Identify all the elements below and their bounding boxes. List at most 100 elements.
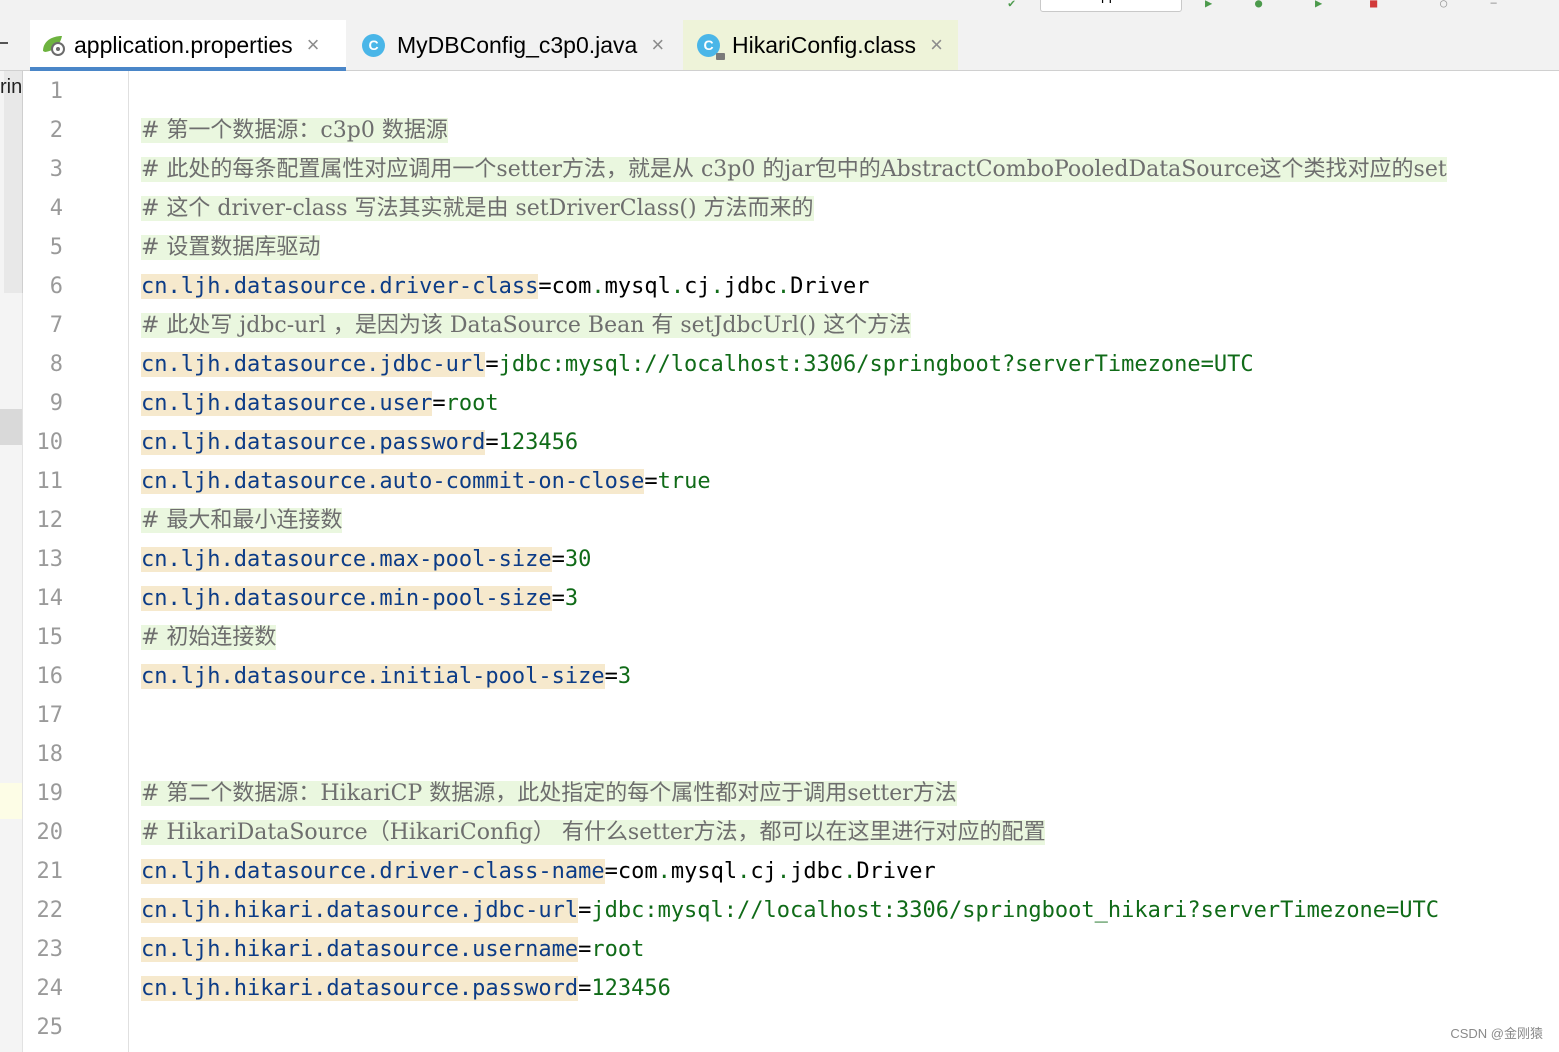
locked-class-icon: C [697, 33, 725, 60]
property-value: jdbc:mysql://localhost:3306/springboot?s… [498, 352, 1254, 377]
code-line: # 设置数据库驱动 [141, 228, 321, 267]
equals-sign: = [578, 898, 592, 923]
equals-sign: = [551, 547, 565, 572]
line-number: 2 [49, 118, 63, 143]
equals-sign: = [604, 859, 618, 884]
code-line: cn.ljh.datasource.driver-class=com.mysql… [141, 267, 870, 306]
run-configuration-label: pp [1101, 0, 1117, 3]
watermark: CSDN @金刚猿 [1450, 1026, 1543, 1041]
code-line: # 此处的每条配置属性对应调用一个setter方法，就是从 c3p0 的jar包… [141, 150, 1447, 189]
highlighted-item-marker [0, 783, 22, 819]
line-number: 15 [36, 625, 64, 650]
property-key: cn.ljh.datasource.max-pool-size [141, 547, 552, 572]
stop-icon[interactable]: ■ [1370, 0, 1377, 9]
tab-hikariconfig-class[interactable]: C HikariConfig.class × [683, 20, 958, 70]
property-key: cn.ljh.datasource.min-pool-size [141, 586, 552, 611]
search-everywhere-icon[interactable]: ○ [1440, 0, 1447, 9]
comment-text: # 此处写 jdbc-url ，是因为该 DataSource Bean 有 s… [141, 313, 912, 338]
settings-icon[interactable]: − [1490, 0, 1497, 9]
property-key: cn.ljh.datasource.user [141, 391, 433, 416]
property-key: cn.ljh.hikari.datasource.username [141, 937, 579, 962]
comment-text: # 最大和最小连接数 [141, 508, 343, 533]
line-number: 1 [49, 79, 63, 104]
comment-text: # 第一个数据源：c3p0 数据源 [141, 118, 448, 143]
property-value: root [591, 937, 645, 962]
panel-cut-text: rin [0, 76, 23, 98]
tab-mydbconfig-c3p0[interactable]: C MyDBConfig_c3p0.java × [352, 20, 677, 70]
line-number: 23 [36, 937, 64, 962]
property-value: 30 [564, 547, 592, 572]
line-number: 12 [36, 508, 64, 533]
line-number: 4 [49, 196, 63, 221]
property-key: cn.ljh.hikari.datasource.jdbc-url [141, 898, 579, 923]
panel-scrollbar[interactable] [4, 71, 23, 293]
property-key: cn.ljh.datasource.driver-class [141, 274, 539, 299]
code-line: cn.ljh.datasource.user=root [141, 384, 499, 423]
line-number: 16 [36, 664, 64, 689]
code-line: cn.ljh.datasource.max-pool-size=30 [141, 540, 591, 579]
code-line: # 此处写 jdbc-url ，是因为该 DataSource Bean 有 s… [141, 306, 912, 345]
comment-text: # HikariDataSource（HikariConfig） 有什么sett… [141, 820, 1046, 845]
code-line: cn.ljh.hikari.datasource.username=root [141, 930, 644, 969]
line-number: 24 [36, 976, 64, 1001]
line-number: 19 [36, 781, 64, 806]
line-number: 17 [36, 703, 64, 728]
tab-application-properties[interactable]: application.properties × [30, 20, 346, 71]
comment-text: # 设置数据库驱动 [141, 235, 321, 260]
property-value: jdbc:mysql://localhost:3306/springboot_h… [591, 898, 1440, 923]
property-key: cn.ljh.datasource.password [141, 430, 486, 455]
line-number: 8 [49, 352, 63, 377]
equals-sign: = [538, 274, 552, 299]
property-value: 123456 [591, 976, 671, 1001]
line-number: 25 [36, 1015, 64, 1040]
line-number: 3 [49, 157, 63, 182]
editor-tab-bar: application.properties × C MyDBConfig_c3… [0, 20, 1559, 71]
coverage-icon[interactable]: ▶ [1315, 0, 1322, 9]
equals-sign: = [432, 391, 446, 416]
equals-sign: = [578, 976, 592, 1001]
line-number: 5 [49, 235, 63, 260]
comment-text: # 初始连接数 [141, 625, 277, 650]
code-line: # 这个 driver-class 写法其实就是由 setDriverClass… [141, 189, 814, 228]
collapse-panel-icon[interactable] [0, 42, 8, 44]
code-line: cn.ljh.hikari.datasource.jdbc-url=jdbc:m… [141, 891, 1439, 930]
code-line: # 最大和最小连接数 [141, 501, 343, 540]
code-line: cn.ljh.datasource.initial-pool-size=3 [141, 657, 631, 696]
property-key: cn.ljh.datasource.auto-commit-on-close [141, 469, 645, 494]
tab-label: application.properties [74, 31, 293, 58]
line-number: 7 [49, 313, 63, 338]
equals-sign: = [551, 586, 565, 611]
code-line: # 第二个数据源：HikariCP 数据源，此处指定的每个属性都对应于调用set… [141, 774, 957, 813]
line-number: 6 [49, 274, 63, 299]
property-value: true [657, 469, 711, 494]
code-line: cn.ljh.datasource.jdbc-url=jdbc:mysql://… [141, 345, 1254, 384]
property-value: com.mysql.cj.jdbc.Driver [551, 274, 870, 299]
code-line: cn.ljh.hikari.datasource.password=123456 [141, 969, 671, 1008]
java-class-icon: C [362, 33, 385, 57]
close-tab-icon[interactable]: × [651, 32, 664, 58]
equals-sign: = [578, 937, 592, 962]
code-line: cn.ljh.datasource.auto-commit-on-close=t… [141, 462, 711, 501]
property-key: cn.ljh.datasource.driver-class-name [141, 859, 605, 884]
property-value: 3 [617, 664, 632, 689]
tab-label: HikariConfig.class [732, 31, 917, 58]
debug-icon[interactable]: ● [1255, 0, 1262, 9]
code-line: cn.ljh.datasource.min-pool-size=3 [141, 579, 578, 618]
run-icon[interactable]: ▶ [1205, 0, 1212, 9]
run-configuration-selector[interactable]: pp [1040, 0, 1182, 12]
property-key: cn.ljh.datasource.initial-pool-size [141, 664, 605, 689]
build-icon[interactable]: ✔ [1008, 0, 1015, 9]
close-tab-icon[interactable]: × [930, 32, 943, 58]
comment-text: # 第二个数据源：HikariCP 数据源，此处指定的每个属性都对应于调用set… [141, 781, 957, 806]
line-number: 18 [36, 742, 64, 767]
property-key: cn.ljh.hikari.datasource.password [141, 976, 579, 1001]
code-line: cn.ljh.datasource.password=123456 [141, 423, 578, 462]
line-number: 21 [36, 859, 64, 884]
tab-label: MyDBConfig_c3p0.java [397, 31, 638, 58]
line-number: 13 [36, 547, 64, 572]
property-value: com.mysql.cj.jdbc.Driver [617, 859, 936, 884]
code-line: # 初始连接数 [141, 618, 277, 657]
comment-text: # 这个 driver-class 写法其实就是由 setDriverClass… [141, 196, 814, 221]
line-number: 10 [36, 430, 64, 455]
close-tab-icon[interactable]: × [307, 32, 320, 58]
